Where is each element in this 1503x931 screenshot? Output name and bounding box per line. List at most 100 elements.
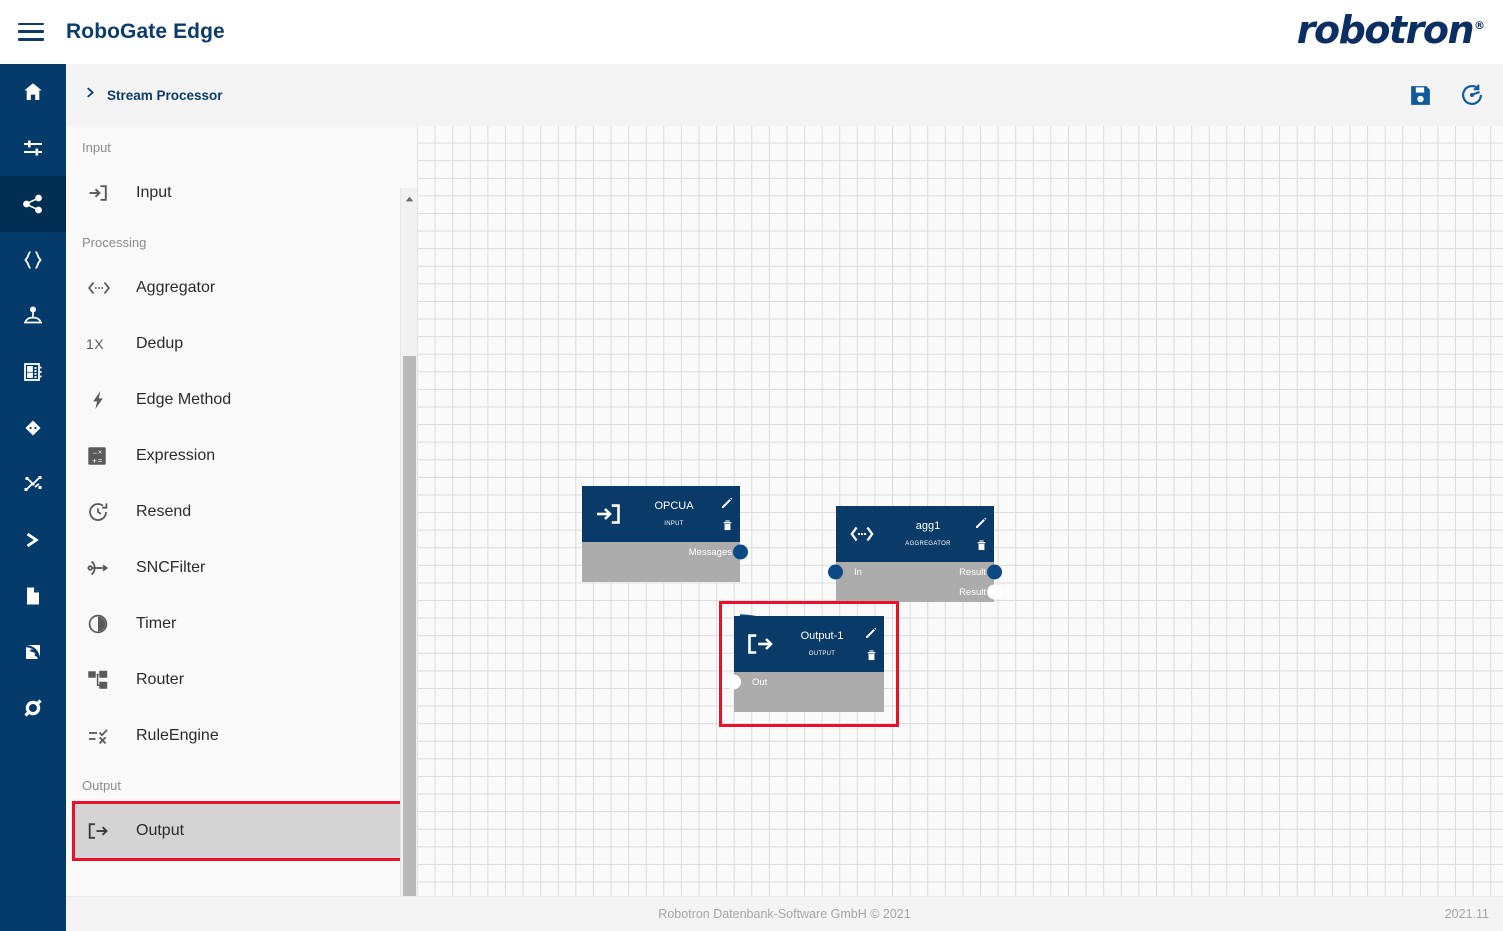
restore-button[interactable] bbox=[1459, 82, 1485, 108]
registered-mark: ® bbox=[1474, 19, 1485, 33]
palette-item-label: Resend bbox=[136, 503, 192, 520]
clock-rotate-icon bbox=[86, 500, 130, 524]
sidebar-item-json[interactable] bbox=[0, 232, 66, 288]
palette-item-expression[interactable]: − × + = Expression bbox=[66, 428, 417, 484]
canvas-node-opcua[interactable]: OPCUA Input Messages bbox=[582, 486, 748, 582]
trash-icon[interactable] bbox=[975, 539, 988, 552]
home-icon bbox=[21, 80, 45, 104]
sidebar-item-devices[interactable] bbox=[0, 288, 66, 344]
caret-up-icon[interactable] bbox=[404, 192, 415, 203]
svg-text:=: = bbox=[98, 456, 102, 465]
port-dot-out[interactable] bbox=[726, 674, 741, 690]
port-dot-result-2[interactable] bbox=[987, 584, 1002, 600]
top-header: RoboGate Edge robotron® bbox=[0, 0, 1503, 64]
pencil-icon[interactable] bbox=[864, 626, 878, 640]
port-dot-in[interactable] bbox=[828, 564, 843, 580]
node-buttons bbox=[720, 486, 734, 542]
palette-item-label: Timer bbox=[136, 615, 177, 632]
port-row-out: Messages bbox=[582, 542, 748, 562]
port-row-in: Out bbox=[726, 672, 884, 692]
dedup-1x-icon: 1X bbox=[86, 336, 130, 352]
save-button[interactable] bbox=[1408, 83, 1433, 108]
canvas-node-agg1[interactable]: agg1 Aggregator In bbox=[828, 506, 1002, 602]
palette-item-label: SNCFilter bbox=[136, 559, 206, 576]
palette-item-input[interactable]: Input bbox=[66, 165, 417, 221]
sidebar-item-home[interactable] bbox=[0, 64, 66, 120]
trash-icon[interactable] bbox=[865, 649, 878, 662]
signal-icon bbox=[21, 640, 45, 664]
footer-copyright: Robotron Datenbank-Software GmbH © 2021 bbox=[658, 907, 911, 921]
left-icon-rail bbox=[0, 64, 66, 931]
palette-item-resend[interactable]: Resend bbox=[66, 484, 417, 540]
sidebar-item-hardware[interactable] bbox=[0, 344, 66, 400]
sidebar-item-stream-processor[interactable] bbox=[0, 176, 66, 232]
palette-group-label: Input bbox=[82, 140, 111, 155]
hamburger-bar bbox=[18, 30, 44, 33]
palette-item-edge-method[interactable]: Edge Method bbox=[66, 372, 417, 428]
diamond-icon bbox=[21, 416, 45, 440]
port-row-filler bbox=[734, 692, 884, 712]
node-kind: Output bbox=[808, 647, 836, 657]
canvas-node-output-1[interactable]: Output-1 Output Out bbox=[719, 601, 899, 727]
port-dot-messages[interactable] bbox=[733, 544, 748, 560]
trash-icon[interactable] bbox=[721, 519, 734, 532]
footer: Robotron Datenbank-Software GmbH © 2021 … bbox=[66, 896, 1503, 931]
palette-item-aggregator[interactable]: Aggregator bbox=[66, 260, 417, 316]
port-row-out-2: Result bbox=[836, 582, 1002, 602]
page-title: RoboGate Edge bbox=[66, 19, 225, 43]
sidebar-item-signals[interactable] bbox=[0, 624, 66, 680]
filter-funnel-icon bbox=[86, 556, 130, 580]
network-icon bbox=[21, 472, 45, 496]
flow-canvas[interactable]: OPCUA Input Messages bbox=[418, 126, 1503, 931]
palette-item-timer[interactable]: Timer bbox=[66, 596, 417, 652]
port-label: Result bbox=[959, 586, 986, 598]
palette-item-dedup[interactable]: 1X Dedup bbox=[66, 316, 417, 372]
port-dot-result-1[interactable] bbox=[987, 564, 1002, 580]
sidebar-item-data-points[interactable] bbox=[0, 400, 66, 456]
breadcrumb-label: Stream Processor bbox=[107, 87, 223, 103]
palette-item-label: Aggregator bbox=[136, 279, 216, 296]
palette-item-label: Output bbox=[136, 822, 185, 839]
palette-item-label: Edge Method bbox=[136, 391, 232, 408]
port-row-filler bbox=[582, 562, 740, 582]
sidebar-item-settings[interactable] bbox=[0, 120, 66, 176]
hamburger-menu-icon[interactable] bbox=[18, 22, 44, 41]
palette-item-output[interactable]: Output bbox=[72, 801, 415, 861]
node-header[interactable]: Output-1 Output bbox=[734, 616, 884, 672]
port-label: In bbox=[854, 566, 862, 578]
sidebar-item-topology[interactable] bbox=[0, 456, 66, 512]
pencil-icon[interactable] bbox=[974, 516, 988, 530]
node-header[interactable]: agg1 Aggregator bbox=[836, 506, 994, 562]
app-root: RoboGate Edge robotron® Stream Processor… bbox=[0, 0, 1503, 931]
palette-group-label: Processing bbox=[82, 235, 147, 250]
aggregator-arrows-icon bbox=[836, 521, 888, 547]
scrollbar-thumb[interactable] bbox=[403, 356, 416, 931]
palette-item-router[interactable]: Router bbox=[66, 652, 417, 708]
toolbar-actions bbox=[1408, 64, 1485, 126]
calculator-icon: − × + = bbox=[86, 445, 130, 467]
port-row-in: In Result bbox=[828, 562, 1002, 582]
pencil-icon[interactable] bbox=[720, 496, 734, 510]
sidebar-item-files[interactable] bbox=[0, 568, 66, 624]
breadcrumb[interactable]: Stream Processor bbox=[84, 86, 223, 104]
palette-item-sncfilter[interactable]: SNCFilter bbox=[66, 540, 417, 596]
breadcrumb-toolbar-row: Stream Processor bbox=[66, 64, 1503, 126]
node-name: OPCUA bbox=[654, 500, 694, 512]
file-icon bbox=[21, 584, 45, 608]
sidebar-item-console[interactable] bbox=[0, 512, 66, 568]
node-buttons bbox=[974, 506, 988, 562]
palette-item-label: Router bbox=[136, 671, 185, 688]
palette-scrollbar[interactable] bbox=[400, 188, 417, 931]
palette-item-label: Dedup bbox=[136, 335, 184, 352]
share-nodes-icon bbox=[21, 192, 45, 216]
sidebar-item-support[interactable] bbox=[0, 680, 66, 736]
node-name: agg1 bbox=[915, 520, 941, 532]
arrow-into-bracket-icon bbox=[86, 181, 130, 205]
terminal-icon bbox=[20, 527, 46, 553]
node-header[interactable]: OPCUA Input bbox=[582, 486, 740, 542]
port-label: Out bbox=[752, 676, 768, 688]
palette-item-ruleengine[interactable]: RuleEngine bbox=[66, 708, 417, 764]
content-area: Stream Processor Input Input Processing … bbox=[66, 64, 1503, 931]
robotron-logo: robotron® bbox=[1297, 8, 1485, 52]
lifebuoy-icon bbox=[21, 696, 45, 720]
